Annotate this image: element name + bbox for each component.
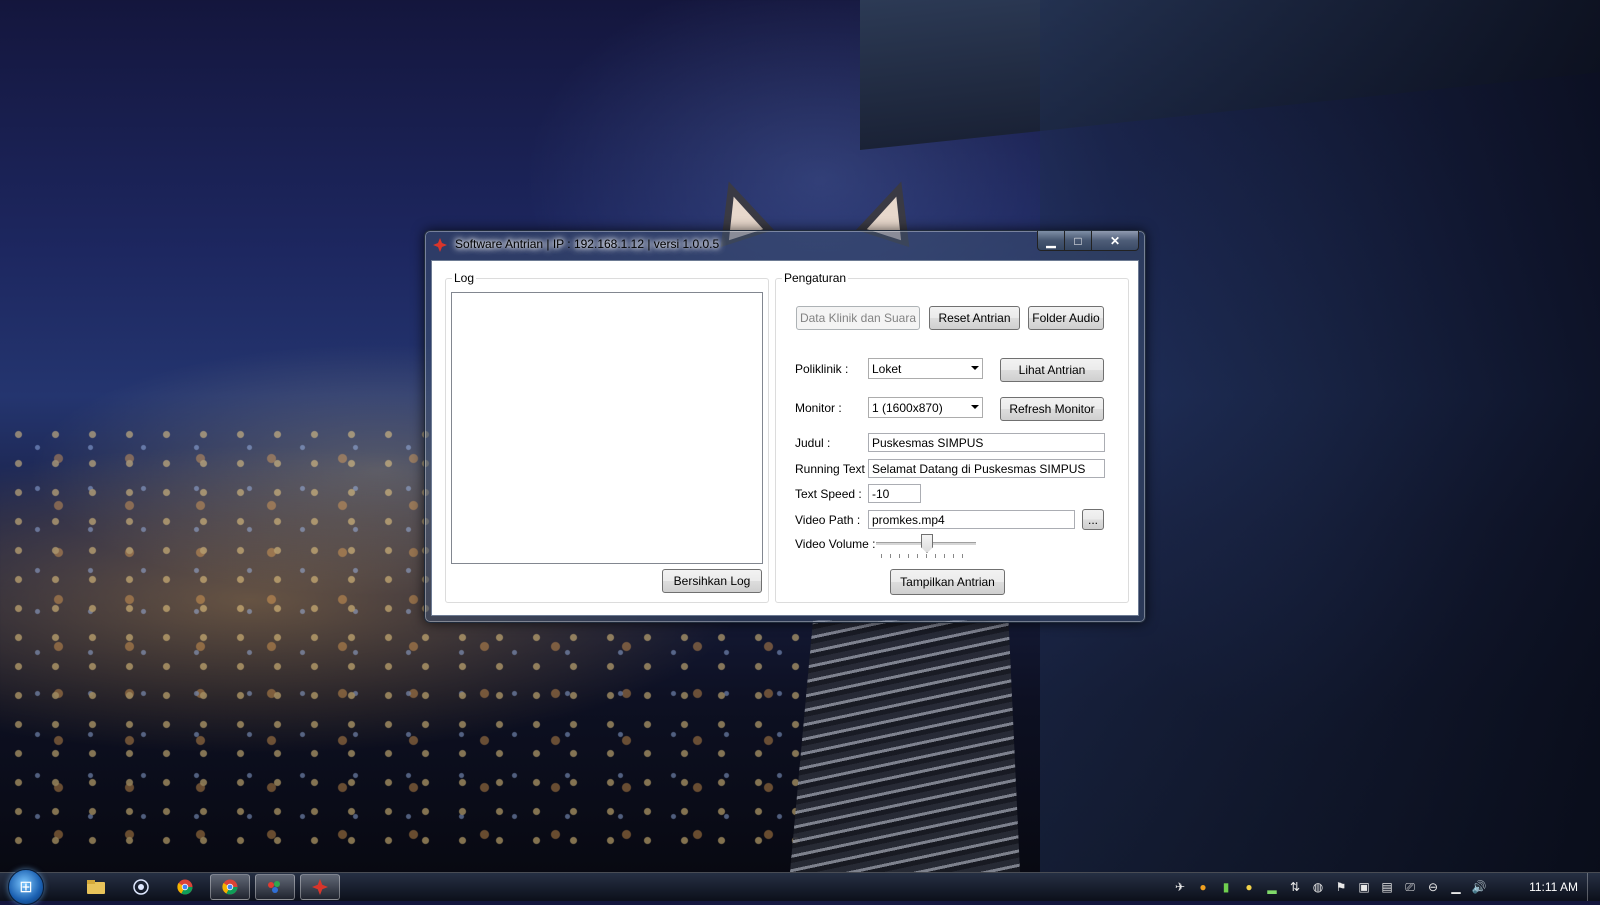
tray-battery-icon[interactable]: ▮ [1218, 879, 1234, 895]
log-group-title: Log [452, 271, 477, 285]
tray-monitor-icon[interactable]: ⎚ [1402, 879, 1418, 895]
running-text-input[interactable]: Selamat Datang di Puskesmas SIMPUS [868, 459, 1105, 478]
minimize-icon: ▁ [1046, 233, 1056, 248]
tray-window-icon[interactable]: ▤ [1379, 879, 1395, 895]
video-path-label: Video Path : [795, 513, 861, 527]
clear-log-button[interactable]: Bersihkan Log [662, 569, 762, 593]
antrian-app-icon[interactable] [300, 874, 340, 900]
windows-logo-icon: ⊞ [19, 879, 33, 896]
tray-orange-icon[interactable]: ● [1195, 879, 1211, 895]
video-volume-label: Video Volume : [795, 537, 876, 551]
chrome-icon[interactable] [165, 874, 205, 900]
reset-antrian-button[interactable]: Reset Antrian [929, 306, 1020, 330]
settings-group: Pengaturan Data Klinik dan Suara Reset A… [775, 271, 1129, 603]
folder-audio-button[interactable]: Folder Audio [1028, 306, 1104, 330]
network-icon[interactable] [121, 874, 161, 900]
minimize-button[interactable]: ▁ [1037, 231, 1065, 251]
log-textarea[interactable] [451, 292, 763, 564]
monitor-value: 1 (1600x870) [872, 401, 943, 415]
volume-icon[interactable]: 🔊 [1471, 879, 1487, 895]
chevron-down-icon [971, 405, 979, 409]
refresh-monitor-button[interactable]: Refresh Monitor [1000, 397, 1104, 421]
poliklinik-value: Loket [872, 362, 902, 376]
paint-icon[interactable] [255, 874, 295, 900]
browse-video-button[interactable]: ... [1082, 509, 1104, 530]
taskbar: ⊞ ✈ ● ▮ ● ▂ ⇅ ◍ ⚑ ▣ ▤ ⎚ ⊖ ▁ 🔊 11:11 AM [0, 869, 1600, 905]
log-group: Log Bersihkan Log [445, 271, 769, 603]
poliklinik-label: Poliklinik : [795, 362, 849, 376]
monitor-select[interactable]: 1 (1600x870) [868, 397, 983, 418]
slider-ticks [881, 554, 971, 558]
text-speed-input[interactable]: -10 [868, 484, 921, 503]
file-explorer-icon[interactable] [76, 874, 116, 900]
show-desktop-button[interactable] [1587, 873, 1600, 901]
maximize-icon: □ [1074, 233, 1082, 248]
taskbar-clock[interactable]: 11:11 AM [1529, 880, 1578, 894]
system-tray: ✈ ● ▮ ● ▂ ⇅ ◍ ⚑ ▣ ▤ ⎚ ⊖ ▁ 🔊 [1172, 878, 1487, 896]
video-path-input[interactable]: promkes.mp4 [868, 510, 1075, 529]
window-client-area: Log Bersihkan Log Pengaturan Data Klinik… [431, 260, 1139, 616]
maximize-button[interactable]: □ [1065, 231, 1092, 251]
tray-steam-icon[interactable]: ◍ [1310, 879, 1326, 895]
monitor-label: Monitor : [795, 401, 842, 415]
judul-label: Judul : [795, 436, 831, 450]
tray-device-icon[interactable]: ▣ [1356, 879, 1372, 895]
running-text-label: Running Text : [795, 462, 872, 476]
caption-buttons: ▁ □ ✕ [1037, 231, 1139, 251]
app-logo-icon [433, 238, 447, 252]
window-title: Software Antrian | IP : 192.168.1.12 | v… [455, 237, 720, 251]
tray-network-icon[interactable]: ⇅ [1287, 879, 1303, 895]
close-button[interactable]: ✕ [1092, 231, 1139, 251]
data-klinik-button[interactable]: Data Klinik dan Suara [796, 306, 920, 330]
tampilkan-antrian-button[interactable]: Tampilkan Antrian [890, 569, 1005, 595]
video-volume-slider[interactable] [876, 533, 976, 559]
chevron-down-icon [971, 366, 979, 370]
tray-shield-icon[interactable]: ⊖ [1425, 879, 1441, 895]
chrome-icon[interactable] [210, 874, 250, 900]
wifi-signal-icon[interactable]: ▁ [1448, 879, 1464, 895]
judul-input[interactable]: Puskesmas SIMPUS [868, 433, 1105, 452]
app-window: Software Antrian | IP : 192.168.1.12 | v… [424, 230, 1146, 623]
tray-yellow-icon[interactable]: ● [1241, 879, 1257, 895]
settings-group-title: Pengaturan [782, 271, 849, 285]
title-bar[interactable]: Software Antrian | IP : 192.168.1.12 | v… [425, 231, 1145, 259]
close-icon: ✕ [1109, 233, 1121, 248]
poliklinik-select[interactable]: Loket [868, 358, 983, 379]
slider-thumb[interactable] [921, 534, 933, 553]
lihat-antrian-button[interactable]: Lihat Antrian [1000, 358, 1104, 382]
tray-signal-icon[interactable]: ▂ [1264, 879, 1280, 895]
text-speed-label: Text Speed : [795, 487, 862, 501]
tray-app-icon[interactable]: ✈ [1172, 879, 1188, 895]
wallpaper-railing [790, 620, 1020, 872]
action-center-flag-icon[interactable]: ⚑ [1333, 879, 1349, 895]
